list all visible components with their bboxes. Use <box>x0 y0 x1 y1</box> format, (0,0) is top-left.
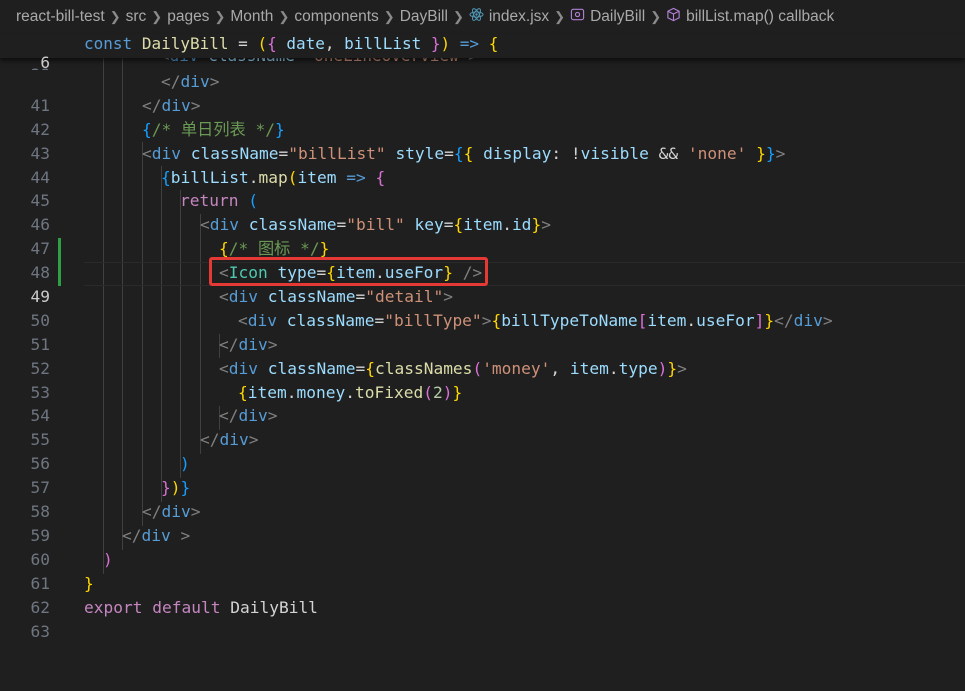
code-text: </div > <box>122 525 191 545</box>
code-line[interactable]: 63 export default DailyBill <box>0 596 965 641</box>
sticky-scroll-header[interactable]: 6 const DailyBill = ({ date, billList })… <box>0 34 965 72</box>
code-text: <div className="bill" key={item.id}> <box>200 215 551 235</box>
chevron-right-icon: ❯ <box>214 9 226 24</box>
code-line[interactable]: 43 {/* 单日列表 */} <box>0 118 965 163</box>
breadcrumb-component-label: DailyBill <box>590 8 646 26</box>
component-symbol-icon <box>570 7 585 27</box>
code-text: <div className="billType">{billTypeToNam… <box>238 310 833 330</box>
chevron-right-icon: ❯ <box>383 9 395 24</box>
code-line[interactable]: 56 </div> <box>0 428 965 473</box>
code-line[interactable]: 57 ) <box>0 452 965 497</box>
react-atom-icon <box>469 7 484 27</box>
code-text: ) <box>180 454 190 474</box>
breadcrumb-item-file[interactable]: index.jsx <box>469 7 549 27</box>
chevron-right-icon: ❯ <box>650 9 662 24</box>
code-text: ) <box>103 549 113 569</box>
code-line[interactable]: 42 </div> <box>0 94 965 139</box>
code-line[interactable]: 58 })} <box>0 476 965 521</box>
chevron-right-icon: ❯ <box>278 9 290 24</box>
code-text: {item.money.toFixed(2)} <box>238 382 463 402</box>
code-line[interactable]: 61 ) <box>0 548 965 593</box>
breadcrumb-callback-label: billList.map() callback <box>686 8 835 26</box>
code-line[interactable]: 59 </div> <box>0 500 965 545</box>
chevron-right-icon: ❯ <box>109 9 121 24</box>
code-text: <div className={classNames('money', item… <box>219 358 687 378</box>
breadcrumb-item-components[interactable]: components <box>294 8 378 26</box>
code-text: })} <box>161 478 191 498</box>
code-text: <div className="detail"> <box>219 287 453 307</box>
code-line[interactable]: 47 <div className="bill" key={item.id}> <box>0 213 965 258</box>
code-text: {/* 单日列表 */} <box>142 119 285 139</box>
code-text: </div> <box>219 406 278 426</box>
code-line[interactable]: 62 } <box>0 572 965 617</box>
code-line[interactable]: 51 <div className="billType">{billTypeTo… <box>0 309 965 354</box>
chevron-right-icon: ❯ <box>554 9 566 24</box>
code-text: </div> <box>200 430 259 450</box>
code-text: return ( <box>180 191 258 211</box>
code-line[interactable]: 55 </div> <box>0 404 965 449</box>
code-line[interactable]: 44 <div className="billList" style={{ di… <box>0 142 965 187</box>
code-line[interactable]: 53 <div className={classNames('money', i… <box>0 357 965 402</box>
breadcrumb-item-project[interactable]: react-bill-test <box>16 8 105 26</box>
breadcrumb-item-pages[interactable]: pages <box>167 8 209 26</box>
breadcrumb-item-component[interactable]: DailyBill <box>570 7 645 27</box>
code-text: {billList.map(item => { <box>161 167 386 187</box>
code-line[interactable]: 6 const DailyBill = ({ date, billList })… <box>0 34 965 72</box>
code-text: <div className="billList" style={{ displ… <box>142 143 786 163</box>
breadcrumb: react-bill-test ❯ src ❯ pages ❯ Month ❯ … <box>0 0 965 34</box>
breadcrumb-file-label: index.jsx <box>488 8 550 26</box>
line-number: 63 <box>30 621 51 641</box>
callback-cube-icon <box>666 7 681 27</box>
code-line[interactable]: 46 return ( <box>0 189 965 234</box>
line-number: 6 <box>40 53 50 72</box>
code-line[interactable]: 41 </div> <box>0 70 965 115</box>
breadcrumb-item-month[interactable]: Month <box>230 8 273 26</box>
code-text: </div> <box>219 334 278 354</box>
code-text: </div> <box>161 72 220 91</box>
breadcrumb-item-src[interactable]: src <box>126 8 147 26</box>
code-text: const DailyBill = ({ date, billList }) =… <box>84 34 499 53</box>
code-line[interactable]: 60 </div > <box>0 524 965 569</box>
code-text: <div className="oneLineOverview"> <box>160 58 478 65</box>
partial-code-line: 28 <div className="oneLineOverview"> <box>0 58 965 70</box>
breadcrumb-item-callback[interactable]: billList.map() callback <box>666 7 834 27</box>
code-text: } <box>84 573 94 593</box>
chevron-right-icon: ❯ <box>151 9 163 24</box>
highlight-annotation-box <box>209 257 488 286</box>
chevron-right-icon: ❯ <box>452 9 464 24</box>
code-text: </div> <box>142 95 201 115</box>
code-line[interactable]: 45 {billList.map(item => { <box>0 166 965 211</box>
code-text: </div> <box>142 502 201 522</box>
code-line[interactable]: 52 </div> <box>0 333 965 378</box>
breadcrumb-item-daybill[interactable]: DayBill <box>400 8 448 26</box>
code-text: export default DailyBill <box>84 597 318 617</box>
code-line[interactable]: 50 <div className="detail"> <box>0 285 965 330</box>
code-line[interactable]: 54 {item.money.toFixed(2)} <box>0 381 965 426</box>
code-editor[interactable]: 41 </div> 42 </div> 43 {/* 单日列表 */} 44 <… <box>0 34 965 641</box>
